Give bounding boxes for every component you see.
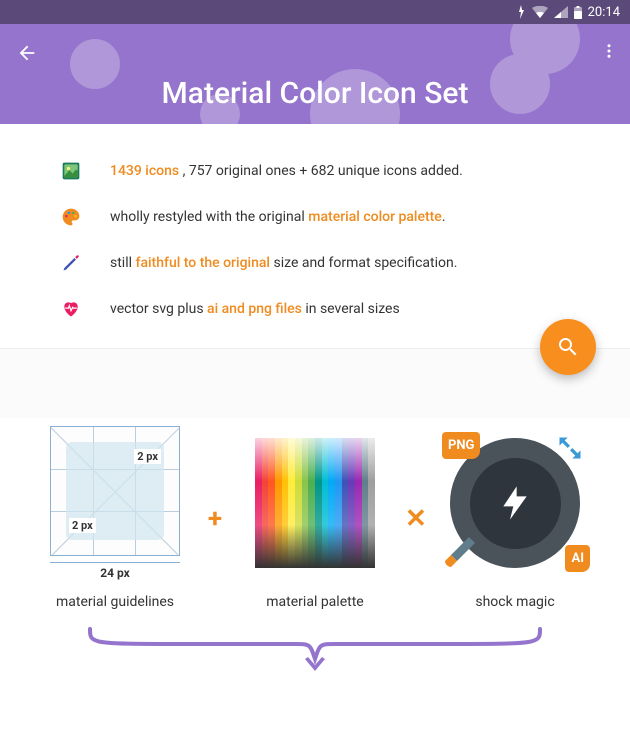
feature-row: vector svg plus ai and png files in seve… xyxy=(60,298,570,320)
status-time: 20:14 xyxy=(588,5,620,20)
guidelines-cell: 2 px 2 px 24 px material guidelines xyxy=(40,428,190,610)
operator-plus: + xyxy=(205,504,225,534)
pencil-icon xyxy=(60,252,82,274)
expand-icon xyxy=(556,434,584,466)
png-badge: PNG xyxy=(442,432,480,459)
magic-image: PNG AI xyxy=(450,438,580,568)
curly-brace xyxy=(80,624,550,664)
wifi-icon xyxy=(532,6,548,18)
operator-times: ✕ xyxy=(405,504,425,534)
palette-icon xyxy=(60,206,82,228)
feature-row: still faithful to the original size and … xyxy=(60,252,570,274)
page-title: Material Color Icon Set xyxy=(0,76,630,111)
features-list: 1439 icons , 757 original ones + 682 uni… xyxy=(0,124,630,348)
brush-icon xyxy=(442,534,478,574)
feature-text: vector svg plus ai and png files in seve… xyxy=(110,301,400,317)
palette-cell: material palette xyxy=(240,428,390,610)
grid-guide-image: 2 px 2 px xyxy=(50,426,180,556)
search-fab[interactable] xyxy=(540,319,596,375)
lightning-icon xyxy=(495,483,535,523)
feature-text: 1439 icons , 757 original ones + 682 uni… xyxy=(110,163,463,179)
ai-badge: AI xyxy=(565,545,590,572)
chevron-down-icon xyxy=(305,652,325,676)
feature-row: 1439 icons , 757 original ones + 682 uni… xyxy=(60,160,570,182)
battery-icon xyxy=(574,6,582,19)
back-button[interactable] xyxy=(16,42,38,68)
trio-row: 2 px 2 px 24 px material guidelines + ma… xyxy=(0,418,630,610)
palette-image xyxy=(255,438,375,568)
magic-caption: shock magic xyxy=(440,594,590,610)
magic-cell: PNG AI shock magic xyxy=(440,428,590,610)
charging-icon xyxy=(516,5,526,19)
palette-caption: material palette xyxy=(240,594,390,610)
app-bar: Material Color Icon Set xyxy=(0,24,630,124)
status-bar: 20:14 xyxy=(0,0,630,24)
size-caption: 24 px xyxy=(50,562,180,580)
guidelines-caption: material guidelines xyxy=(40,594,190,610)
feature-text: wholly restyled with the original materi… xyxy=(110,209,446,225)
section-divider xyxy=(0,348,630,418)
heart-pulse-icon xyxy=(60,298,82,320)
signal-icon xyxy=(554,6,568,18)
image-icon xyxy=(60,160,82,182)
search-icon xyxy=(556,335,580,359)
feature-row: wholly restyled with the original materi… xyxy=(60,206,570,228)
feature-text: still faithful to the original size and … xyxy=(110,255,457,271)
overflow-menu-button[interactable] xyxy=(600,42,618,64)
